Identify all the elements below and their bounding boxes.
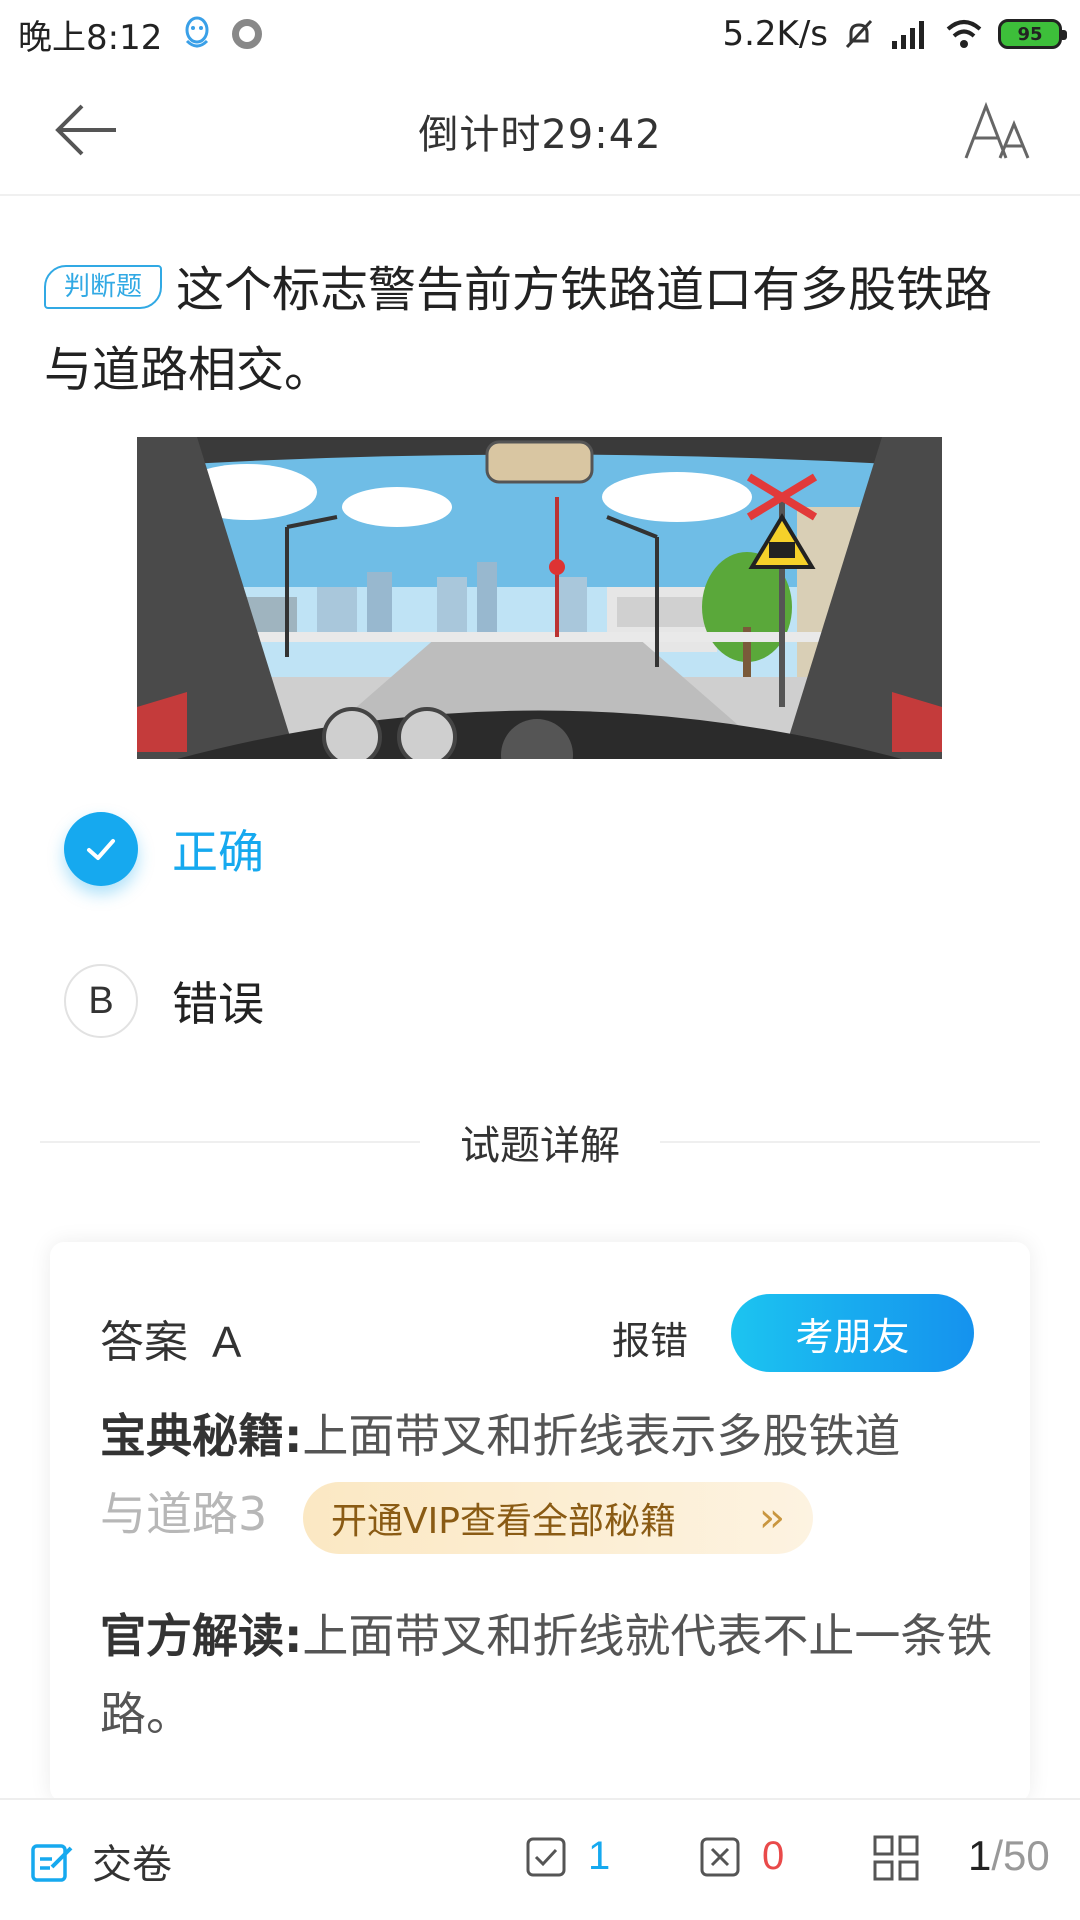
option-b-letter: B bbox=[64, 964, 138, 1038]
vip-label: 开通VIP查看全部秘籍 bbox=[331, 1501, 676, 1542]
answer-value: A bbox=[212, 1318, 242, 1367]
battery-icon: 95 bbox=[998, 19, 1067, 49]
grid-icon[interactable] bbox=[872, 1834, 920, 1882]
option-b[interactable]: B 错误 bbox=[64, 964, 264, 1038]
correct-box-icon bbox=[526, 1837, 566, 1876]
mute-icon bbox=[845, 19, 873, 49]
battery-level: 95 bbox=[1017, 23, 1043, 45]
option-a[interactable]: 正确 bbox=[64, 812, 264, 886]
wrong-count-value: 0 bbox=[762, 1834, 785, 1878]
header: 倒计时29:42 bbox=[0, 68, 1080, 196]
submit-exam-button[interactable]: 交卷 bbox=[30, 1832, 172, 1890]
answer-row: 答案 A bbox=[100, 1306, 241, 1370]
edit-paper-icon bbox=[31, 1844, 73, 1882]
countdown-title: 倒计时29:42 bbox=[418, 112, 662, 158]
double-chevron-icon: ›› bbox=[759, 1495, 785, 1541]
selected-check-icon bbox=[64, 812, 138, 886]
status-right: 5.2K/s 95 bbox=[722, 14, 1067, 54]
explanation-card: 答案 A 报错 考朋友 宝典秘籍:上面带叉和折线表示多股铁道 与道路3 开通VIP… bbox=[50, 1242, 1030, 1802]
status-bar: 晚上8:12 5.2K/s 95 bbox=[0, 0, 1080, 68]
qq-icon bbox=[185, 16, 209, 48]
option-b-label: 错误 bbox=[172, 977, 264, 1031]
vip-unlock-button[interactable]: 开通VIP查看全部秘籍 ›› bbox=[303, 1482, 813, 1554]
correct-count-value: 1 bbox=[588, 1834, 611, 1878]
quiz-friend-button[interactable]: 考朋友 bbox=[731, 1294, 974, 1372]
official-explanation: 官方解读:上面带叉和折线就代表不止一条铁路。 bbox=[100, 1597, 1000, 1753]
font-size-icon[interactable] bbox=[962, 100, 1032, 164]
correct-count: 1 bbox=[526, 1834, 610, 1879]
secret-text: 上面带叉和折线表示多股铁道 bbox=[302, 1409, 901, 1463]
signal-icon bbox=[892, 21, 924, 49]
question-text-block: 判断题 这个标志警告前方铁路道口有多股铁路与道路相交。 bbox=[44, 250, 1034, 410]
network-speed: 5.2K/s bbox=[722, 14, 828, 54]
wifi-icon bbox=[946, 20, 982, 48]
question-type-badge: 判断题 bbox=[44, 265, 163, 309]
secret-faded-text: 与道路3 bbox=[100, 1487, 268, 1541]
divider-line-left bbox=[40, 1141, 420, 1143]
record-icon bbox=[232, 19, 263, 49]
submit-label: 交卷 bbox=[92, 1842, 172, 1888]
back-arrow-icon[interactable] bbox=[52, 100, 122, 160]
explanation-section-title: 试题详解 bbox=[460, 1123, 620, 1169]
divider-line-right bbox=[660, 1141, 1040, 1143]
status-left: 晚上8:12 bbox=[18, 10, 263, 59]
explanation-divider: 试题详解 bbox=[40, 1112, 1040, 1172]
secret-label: 宝典秘籍: bbox=[100, 1409, 303, 1463]
question-illustration bbox=[137, 437, 942, 759]
status-time: 晚上8:12 bbox=[18, 17, 163, 58]
official-label: 官方解读: bbox=[100, 1609, 303, 1663]
page-indicator[interactable]: 1/50 bbox=[968, 1832, 1050, 1880]
current-page: 1 bbox=[968, 1832, 992, 1879]
option-a-label: 正确 bbox=[172, 825, 264, 879]
bottom-bar: 交卷 1 0 1/50 bbox=[0, 1798, 1080, 1920]
wrong-count: 0 bbox=[700, 1834, 784, 1879]
answer-label: 答案 bbox=[100, 1317, 188, 1368]
wrong-box-icon bbox=[700, 1837, 740, 1876]
report-error-button[interactable]: 报错 bbox=[612, 1310, 688, 1365]
total-pages: /50 bbox=[991, 1832, 1050, 1879]
question-text: 这个标志警告前方铁路道口有多股铁路与道路相交。 bbox=[44, 262, 993, 398]
